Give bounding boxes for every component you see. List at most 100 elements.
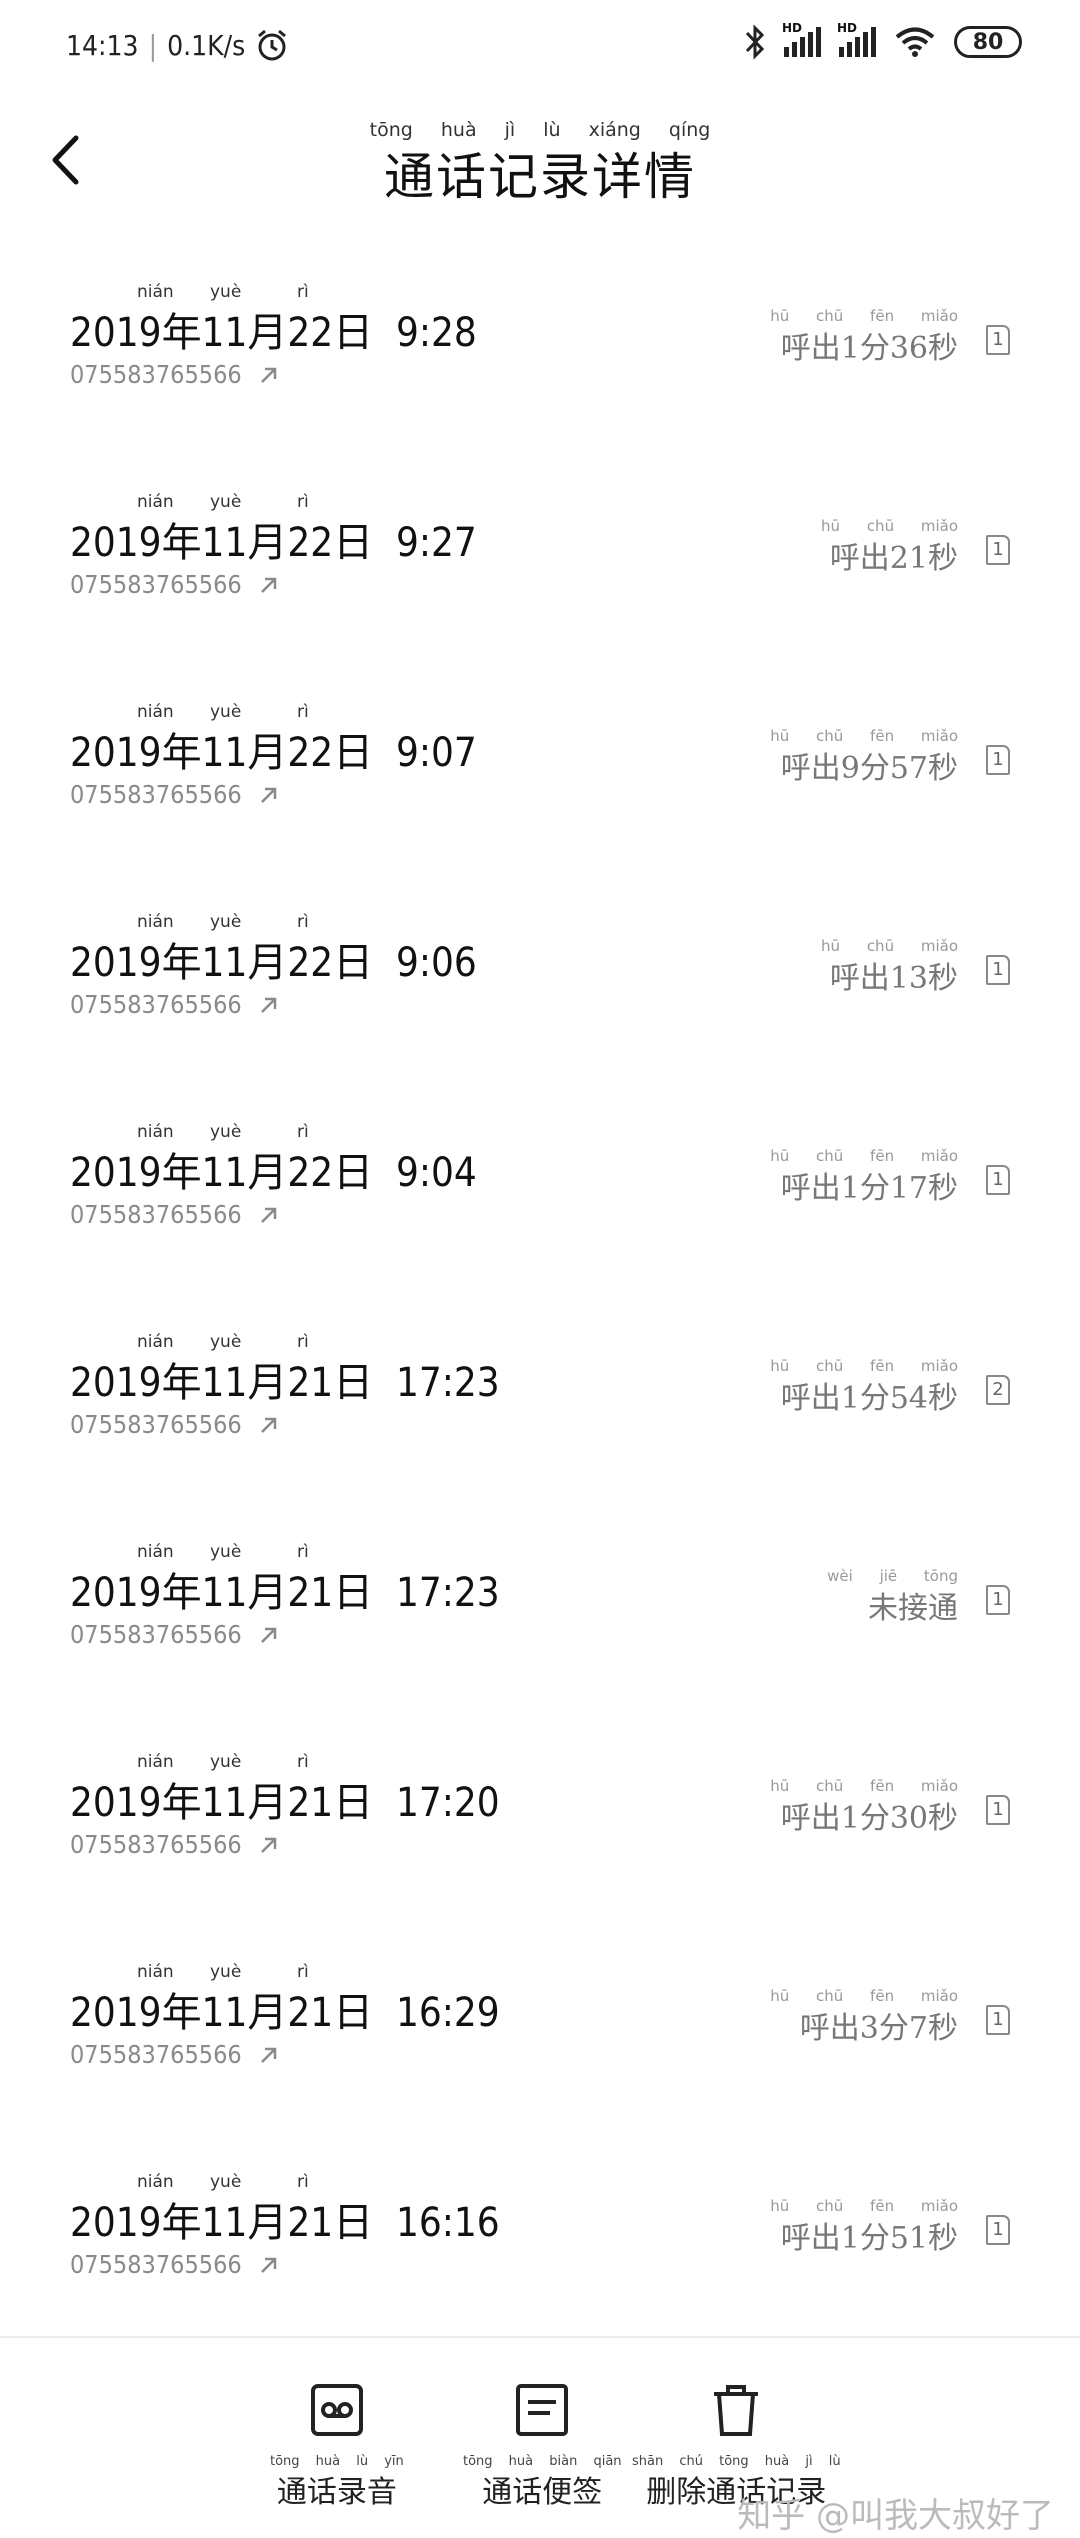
wifi-icon: [895, 27, 935, 57]
sim-card-icon: 1: [986, 955, 1010, 985]
call-datetime: 2019年11月21日 17:20: [70, 1780, 500, 1826]
arrow-up-right-icon: [260, 1207, 276, 1223]
pinyin-yue: yuè: [210, 702, 242, 722]
call-record-row[interactable]: nián yuè rì 2019年11月21日 16:16 0755837655…: [0, 2135, 1080, 2345]
pinyin-ri: rì: [297, 912, 309, 932]
phone-number: 075583765566: [70, 780, 242, 809]
alarm-clock-icon: [258, 29, 287, 61]
arrow-up-right-icon: [260, 577, 276, 593]
pinyin-nian: nián: [137, 492, 174, 512]
pinyin-ri: rì: [297, 702, 309, 722]
arrow-up-right-icon: [260, 1627, 276, 1643]
battery-level: 80: [972, 29, 1004, 55]
pinyin-yue: yuè: [210, 492, 242, 512]
signal-strength-sim1-icon: HD: [782, 21, 821, 57]
sim-card-icon: 1: [986, 535, 1010, 565]
sim-slot-number: 1: [992, 2009, 1004, 2030]
trash-icon: [714, 2385, 759, 2436]
pinyin-nian: nián: [137, 1122, 174, 1142]
call-number-row: 075583765566: [70, 780, 280, 809]
call-duration: 呼出21秒: [829, 541, 958, 576]
pinyin-ri: rì: [297, 1122, 309, 1142]
call-record-row[interactable]: nián yuè rì 2019年11月21日 16:29 0755837655…: [0, 1925, 1080, 2135]
status-separator: |: [148, 28, 158, 62]
call-number-row: 075583765566: [70, 570, 280, 599]
pinyin-nian: nián: [137, 1332, 174, 1352]
arrow-up-right-icon: [260, 997, 276, 1013]
phone-number: 075583765566: [70, 1620, 242, 1649]
arrow-up-right-icon: [260, 787, 276, 803]
status-time: 14:13: [66, 28, 139, 62]
arrow-up-right-icon: [260, 1417, 276, 1433]
phone-number: 075583765566: [70, 1410, 242, 1439]
arrow-up-right-icon: [260, 2047, 276, 2063]
call-notes-button[interactable]: tōng huà biàn qiān 通话便签: [463, 2380, 622, 2511]
call-record-row[interactable]: nián yuè rì 2019年11月21日 17:20 0755837655…: [0, 1715, 1080, 1925]
sim-card-icon: 2: [986, 1375, 1010, 1405]
pinyin-yue: yuè: [210, 2172, 242, 2192]
pinyin-nian: nián: [137, 2172, 174, 2192]
call-number-row: 075583765566: [70, 360, 280, 389]
pinyin-ri: rì: [297, 1962, 309, 1982]
pinyin-nian: nián: [137, 1542, 174, 1562]
pinyin-ri: rì: [297, 1542, 309, 1562]
header: tōng huà jì lù xiáng qíng 通话记录详情: [0, 95, 1080, 225]
call-number-row: 075583765566: [70, 1620, 280, 1649]
call-record-row[interactable]: nián yuè rì 2019年11月22日 9:06 07558376556…: [0, 875, 1080, 1085]
sim-slot-number: 1: [992, 1589, 1004, 1610]
call-record-row[interactable]: nián yuè rì 2019年11月22日 9:27 07558376556…: [0, 455, 1080, 665]
call-datetime: 2019年11月22日 9:28: [70, 310, 477, 356]
pinyin-nian: nián: [137, 1752, 174, 1772]
call-datetime: 2019年11月22日 9:07: [70, 730, 477, 776]
sim-card-icon: 1: [986, 2005, 1010, 2035]
network-speed: 0.1K/s: [167, 28, 246, 62]
call-duration: 呼出1分54秒: [780, 1381, 958, 1416]
phone-number: 075583765566: [70, 570, 242, 599]
pinyin-nian: nián: [137, 1962, 174, 1982]
call-duration: 呼出1分30秒: [780, 1801, 958, 1836]
battery-indicator: 80: [954, 26, 1022, 58]
call-recording-button[interactable]: tōng huà lù yīn 通话录音: [270, 2380, 404, 2511]
status-right: HD HD 80: [744, 21, 1022, 60]
call-datetime: 2019年11月22日 9:06: [70, 940, 477, 986]
call-record-row[interactable]: nián yuè rì 2019年11月22日 9:04 07558376556…: [0, 1085, 1080, 1295]
bluetooth-icon: [745, 24, 765, 60]
page-title: 通话记录详情: [384, 148, 696, 206]
call-record-row[interactable]: nián yuè rì 2019年11月22日 9:07 07558376556…: [0, 665, 1080, 875]
sim-card-icon: 1: [986, 1795, 1010, 1825]
pinyin-nian: nián: [137, 912, 174, 932]
sim-card-icon: 1: [986, 2215, 1010, 2245]
pinyin-yue: yuè: [210, 1962, 242, 1982]
phone-number: 075583765566: [70, 360, 242, 389]
pinyin-ri: rì: [297, 1752, 309, 1772]
sim-slot-number: 1: [992, 539, 1004, 560]
call-datetime: 2019年11月22日 9:04: [70, 1150, 477, 1196]
call-number-row: 075583765566: [70, 2250, 280, 2279]
call-datetime: 2019年11月21日 17:23: [70, 1570, 500, 1616]
pinyin-yue: yuè: [210, 1542, 242, 1562]
pinyin-ri: rì: [297, 2172, 309, 2192]
call-duration: 呼出3分7秒: [799, 2011, 958, 2046]
call-record-row[interactable]: nián yuè rì 2019年11月21日 17:23 0755837655…: [0, 1295, 1080, 1505]
call-record-row[interactable]: nián yuè rì 2019年11月21日 17:23 0755837655…: [0, 1505, 1080, 1715]
call-record-row[interactable]: nián yuè rì 2019年11月22日 9:28 07558376556…: [0, 245, 1080, 455]
sim-card-icon: 1: [986, 745, 1010, 775]
pinyin-nian: nián: [137, 282, 174, 302]
sim-slot-number: 1: [992, 749, 1004, 770]
phone-number: 075583765566: [70, 990, 242, 1019]
pinyin-ri: rì: [297, 282, 309, 302]
voicemail-tape-icon: [310, 2384, 363, 2436]
call-number-row: 075583765566: [70, 1830, 280, 1859]
call-duration: 呼出1分17秒: [780, 1171, 958, 1206]
call-record-list: nián yuè rì 2019年11月22日 9:28 07558376556…: [0, 245, 1080, 2345]
signal-strength-sim2-icon: HD: [837, 21, 876, 57]
phone-number: 075583765566: [70, 1200, 242, 1229]
call-duration: 呼出9分57秒: [780, 751, 958, 786]
status-bar: 14:13 | 0.1K/s HD HD 80: [0, 0, 1080, 95]
watermark: 知乎 @叫我大叔好了: [737, 2496, 1054, 2536]
sim-card-icon: 1: [986, 1165, 1010, 1195]
call-recording-label: 通话录音: [276, 2475, 397, 2510]
status-left: 14:13 | 0.1K/s: [66, 28, 289, 62]
sim-slot-number: 2: [992, 1379, 1004, 1400]
pinyin-ri: rì: [297, 1332, 309, 1352]
